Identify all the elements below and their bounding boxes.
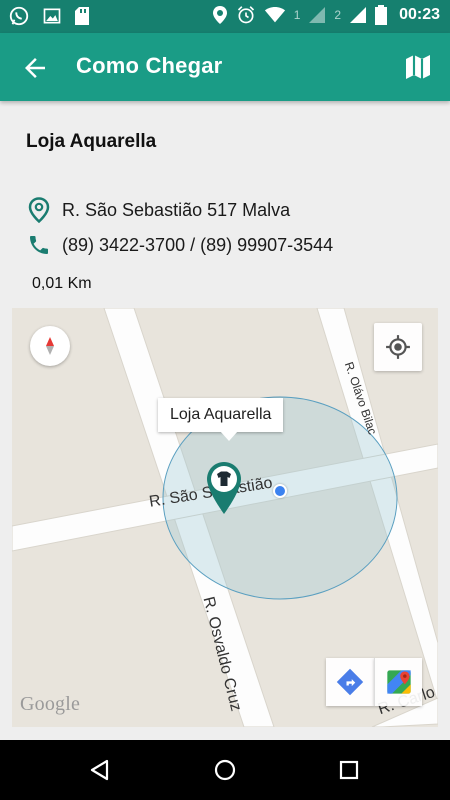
sd-card-icon xyxy=(75,7,89,25)
store-address: R. São Sebastião 517 Malva xyxy=(62,199,291,220)
arrow-back-icon xyxy=(25,58,45,78)
directions-icon xyxy=(336,668,364,696)
store-pin-icon xyxy=(207,462,241,514)
signal-icon xyxy=(350,7,367,23)
open-google-maps-button[interactable] xyxy=(374,658,422,706)
map-icon xyxy=(406,55,430,79)
directions-button[interactable] xyxy=(326,658,374,706)
phone-icon xyxy=(30,236,48,254)
marker-info-window[interactable]: Loja Aquarella xyxy=(158,398,284,441)
home-circle-icon xyxy=(214,759,236,781)
alarm-icon xyxy=(237,6,254,24)
app-bar: Como Chegar xyxy=(0,33,450,101)
sim1-label: 1 xyxy=(293,8,301,22)
back-triangle-icon xyxy=(90,759,109,781)
recents-square-icon xyxy=(339,760,359,780)
location-pin-icon xyxy=(28,197,50,223)
store-name: Loja Aquarella xyxy=(26,131,157,152)
image-icon xyxy=(43,8,61,24)
sim2-label: 2 xyxy=(334,8,342,22)
page-title: Como Chegar xyxy=(76,53,223,78)
compass-button[interactable] xyxy=(30,326,70,366)
system-nav-bar xyxy=(0,740,450,800)
distance-label: 0,01 Km xyxy=(32,275,92,292)
status-time: 00:23 xyxy=(399,6,440,23)
map-view[interactable]: R. São Sebastião R. Osvaldo Cruz R. Oláv… xyxy=(12,308,438,727)
crosshair-icon xyxy=(386,335,410,359)
compass-icon xyxy=(46,337,54,355)
location-icon xyxy=(212,6,227,24)
map-toolbar xyxy=(326,658,422,706)
back-button[interactable] xyxy=(20,53,50,83)
marker-info-title: Loja Aquarella xyxy=(170,406,272,423)
nav-recents-button[interactable] xyxy=(335,756,363,784)
battery-icon xyxy=(375,5,388,25)
wifi-icon xyxy=(264,6,285,23)
nav-home-button[interactable] xyxy=(211,756,239,784)
address-row: R. São Sebastião 517 Malva xyxy=(26,197,290,223)
nav-back-button[interactable] xyxy=(86,756,114,784)
whatsapp-icon xyxy=(9,6,29,26)
signal-icon xyxy=(309,7,326,23)
store-marker[interactable] xyxy=(205,460,243,516)
google-logo: Google xyxy=(20,693,81,715)
open-map-button[interactable] xyxy=(402,51,434,83)
google-maps-icon xyxy=(386,670,411,694)
status-bar: 1 2 00:23 xyxy=(0,0,450,33)
my-location-button[interactable] xyxy=(374,323,422,371)
store-phone: (89) 3422-3700 / (89) 99907-3544 xyxy=(62,234,334,255)
my-location-dot xyxy=(273,484,287,498)
phone-row[interactable]: (89) 3422-3700 / (89) 99907-3544 xyxy=(26,232,333,258)
